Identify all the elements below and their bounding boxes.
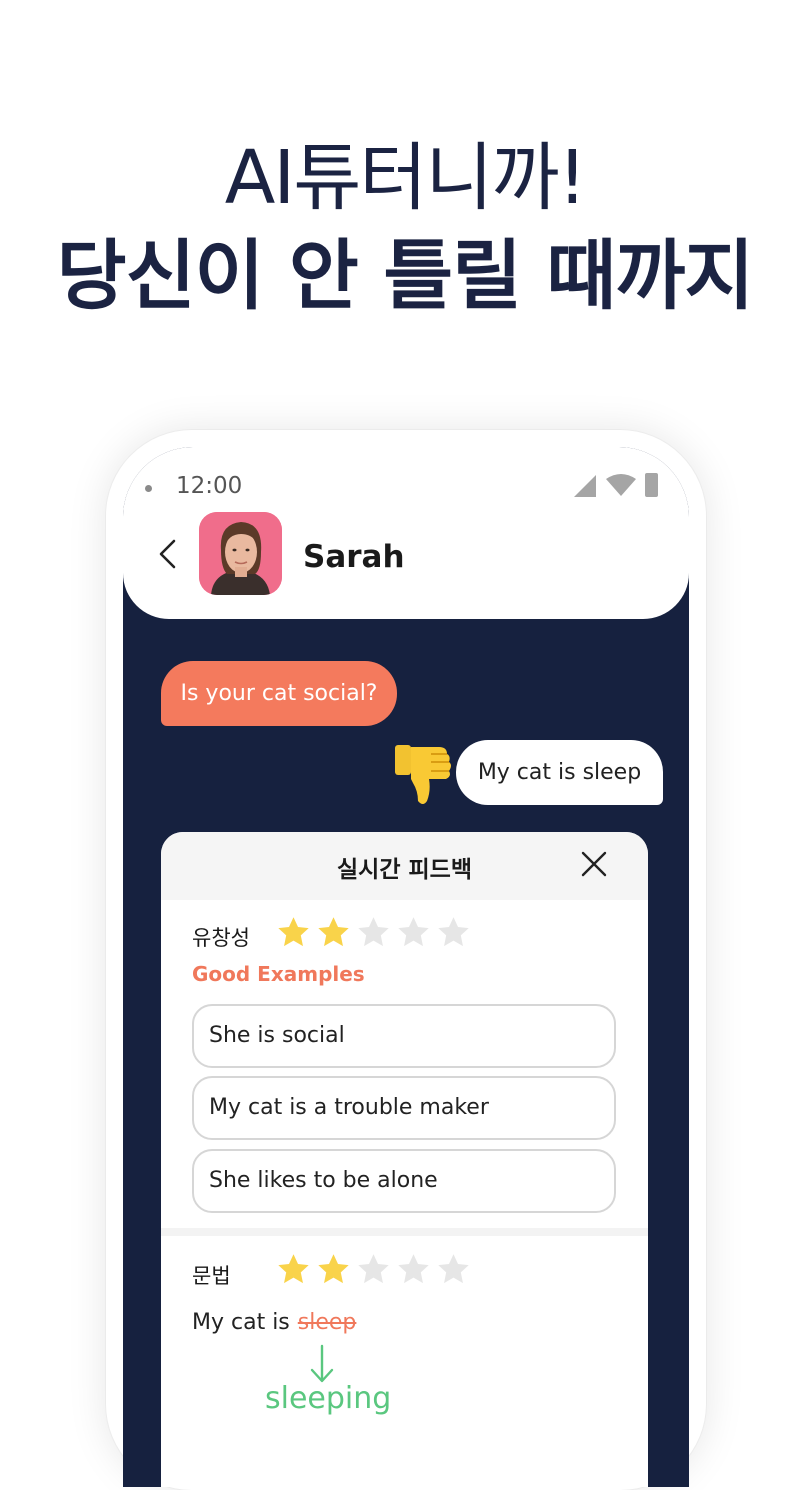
back-arrow-icon[interactable] [157, 539, 179, 569]
status-time: 12:00 [176, 473, 243, 499]
good-examples-label: Good Examples [192, 962, 365, 986]
star-empty-icon [358, 1254, 389, 1284]
wifi-icon [606, 474, 636, 496]
contact-name: Sarah [303, 539, 405, 575]
feedback-title: 실시간 피드백 [337, 857, 472, 883]
grammar-label: 문법 [192, 1264, 231, 1288]
feedback-card: 실시간 피드백 유창성 Good Examples She is social … [161, 832, 648, 1487]
outgoing-message: My cat is sleep [456, 740, 663, 805]
star-filled-icon [318, 917, 349, 947]
headline-line-1: AI튜터니까! [224, 135, 587, 221]
example-item[interactable]: She is social [192, 1004, 616, 1068]
section-divider [161, 1228, 648, 1236]
star-empty-icon [398, 917, 429, 947]
sentence-prefix: My cat is [192, 1310, 290, 1335]
correction-word: sleeping [265, 1381, 392, 1416]
star-empty-icon [398, 1254, 429, 1284]
star-filled-icon [318, 1254, 349, 1284]
user-sentence: My cat is sleep [192, 1310, 356, 1335]
battery-icon [645, 473, 658, 497]
notification-dot-icon [145, 485, 152, 492]
fluency-label: 유창성 [192, 926, 250, 950]
arrow-down-icon [310, 1344, 334, 1383]
avatar-portrait-icon [199, 512, 282, 595]
phone-screen: 12:00 Sarah Is your cat social? My cat i… [123, 447, 689, 1487]
star-filled-icon [278, 917, 309, 947]
signal-icon [574, 475, 596, 497]
headline-line-2: 당신이 안 틀릴 때까지 [56, 231, 755, 320]
star-filled-icon [278, 1254, 309, 1284]
example-item[interactable]: My cat is a trouble maker [192, 1076, 616, 1140]
star-empty-icon [438, 917, 469, 947]
fluency-stars [276, 915, 471, 951]
wrong-word: sleep [297, 1310, 357, 1335]
close-icon[interactable] [581, 851, 607, 877]
incoming-message: Is your cat social? [161, 661, 397, 726]
example-item[interactable]: She likes to be alone [192, 1149, 616, 1213]
star-empty-icon [438, 1254, 469, 1284]
grammar-stars [276, 1252, 471, 1288]
headline: AI튜터니까! 당신이 안 틀릴 때까지 [0, 130, 810, 328]
thumbs-down-icon [395, 745, 451, 804]
chat-header: 12:00 Sarah [123, 447, 689, 619]
avatar[interactable] [199, 512, 282, 595]
star-empty-icon [358, 917, 389, 947]
